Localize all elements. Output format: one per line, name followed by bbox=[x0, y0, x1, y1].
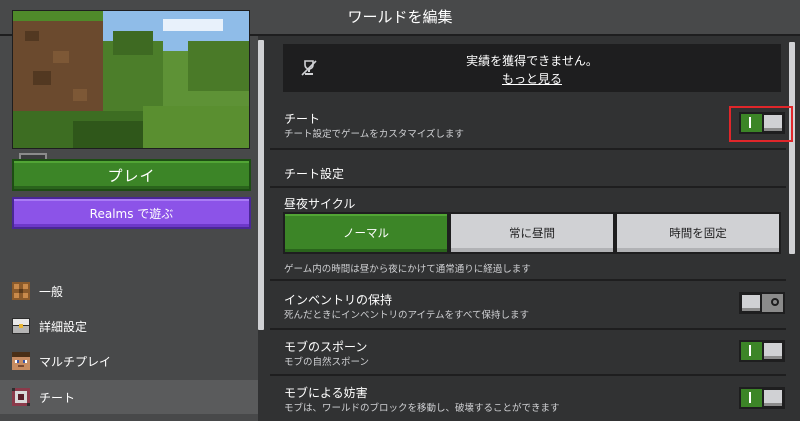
day-cycle-option-lock-time[interactable]: 時間を固定 bbox=[615, 212, 781, 254]
steve-icon bbox=[12, 352, 30, 370]
keep-inventory-title: インベントリの保持 bbox=[284, 293, 393, 307]
command-block-icon bbox=[12, 388, 30, 406]
achievements-warning-banner: 実績を獲得できません。 もっと見る bbox=[283, 44, 781, 92]
mob-griefing-toggle[interactable] bbox=[739, 387, 785, 409]
day-cycle-description: ゲーム内の時間は昼から夜にかけて通常通りに経過します bbox=[284, 264, 531, 275]
sidebar-item-label: チート bbox=[39, 390, 76, 405]
cheats-title: チート bbox=[284, 112, 321, 126]
divider bbox=[270, 148, 786, 150]
chest-icon bbox=[12, 318, 30, 334]
sidebar-item-general[interactable]: 一般 bbox=[0, 275, 258, 307]
day-cycle-title: 昼夜サイクル bbox=[284, 197, 356, 211]
divider bbox=[270, 374, 786, 376]
keep-inventory-toggle[interactable] bbox=[739, 292, 785, 314]
world-preview-image bbox=[12, 10, 250, 149]
cheat-settings-heading: チート設定 bbox=[284, 167, 345, 181]
day-cycle-option-normal[interactable]: ノーマル bbox=[283, 212, 449, 254]
crafting-table-icon bbox=[12, 282, 30, 300]
sidebar-item-label: 一般 bbox=[39, 284, 64, 299]
settings-scrollbar[interactable] bbox=[789, 42, 795, 254]
sidebar-item-label: マルチプレイ bbox=[39, 354, 112, 369]
divider bbox=[270, 186, 786, 188]
learn-more-link[interactable]: もっと見る bbox=[283, 70, 781, 87]
sidebar-item-label: 詳細設定 bbox=[39, 319, 88, 334]
banner-message: 実績を獲得できません。 bbox=[466, 54, 598, 68]
highlight-box bbox=[729, 106, 793, 142]
mob-griefing-title: モブによる妨害 bbox=[284, 386, 368, 400]
cheats-description: チート設定でゲームをカスタマイズします bbox=[284, 129, 464, 140]
play-on-realms-button[interactable]: Realms で遊ぶ bbox=[12, 197, 251, 229]
sidebar-scrollbar[interactable] bbox=[258, 40, 264, 330]
day-cycle-option-always-day[interactable]: 常に昼間 bbox=[449, 212, 615, 254]
sidebar-item-multiplayer[interactable]: マルチプレイ bbox=[0, 345, 258, 377]
divider bbox=[270, 279, 786, 281]
mob-griefing-description: モブは、ワールドのブロックを移動し、破壊することができます bbox=[284, 403, 560, 414]
mob-spawning-toggle[interactable] bbox=[739, 340, 785, 362]
mob-spawning-description: モブの自然スポーン bbox=[284, 357, 370, 368]
keep-inventory-description: 死んだときにインベントリのアイテムをすべて保持します bbox=[284, 310, 530, 321]
sidebar-item-advanced[interactable]: 詳細設定 bbox=[0, 310, 258, 342]
play-button[interactable]: プレイ bbox=[12, 159, 251, 191]
divider bbox=[270, 328, 786, 330]
sidebar-item-cheats[interactable]: チート bbox=[0, 380, 258, 414]
mob-spawning-title: モブのスポーン bbox=[284, 340, 368, 354]
